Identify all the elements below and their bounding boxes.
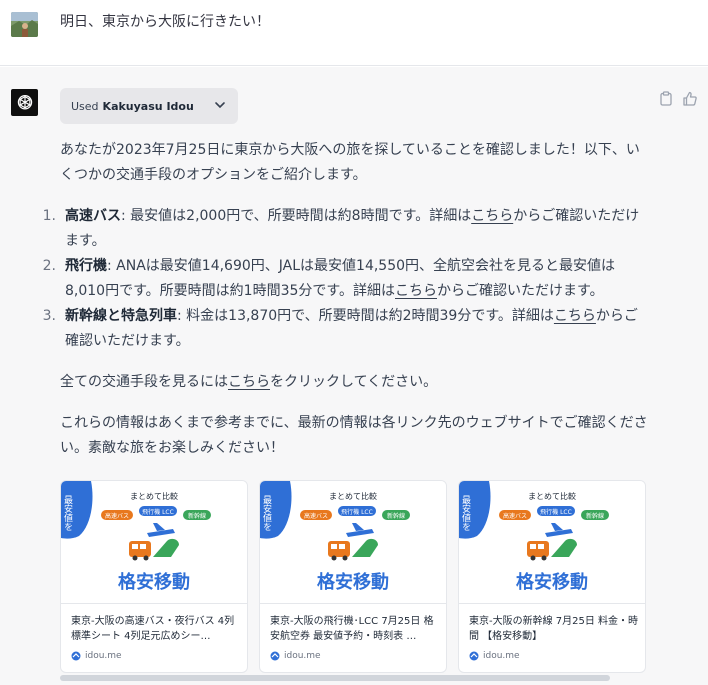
card-thumbnail: 最安値を まとめて比較 高速バス 飛行機 LCC 新幹線 格安移動 <box>61 481 247 604</box>
svg-text:格安移動: 格安移動 <box>317 571 389 593</box>
option-label: 新幹線と特急列車 <box>65 308 177 324</box>
all-options-text: 全ての交通手段を見るには <box>60 374 228 390</box>
chevron-down-icon <box>214 99 226 111</box>
site-favicon-icon <box>469 651 479 661</box>
list-item: 2. 飛行機: ANAは最安値14,690円、JALは最安値14,550円、全航空… <box>43 254 650 304</box>
card-source: idou.me <box>71 651 122 661</box>
option-text-after: からご確認いただけます。 <box>437 283 604 299</box>
svg-text:最安値を: 最安値を <box>261 495 272 531</box>
plugin-name: Kakuyasu Idou <box>102 99 194 113</box>
option-label: 高速バス <box>65 208 121 224</box>
plugin-used-toggle[interactable]: Used Kakuyasu Idou <box>60 88 238 124</box>
details-link[interactable]: こちら <box>471 208 513 224</box>
all-options-link[interactable]: こちら <box>228 374 270 390</box>
link-preview-cards: 最安値を まとめて比較 高速バス 飛行機 LCC 新幹線 格安移動 東京-大阪の… <box>60 480 660 680</box>
user-message-row: 明日、東京から大阪に行きたい！ <box>0 0 708 66</box>
option-text: : 料金は13,870円で、所要時間は約2時間39分です。詳細は <box>177 308 554 324</box>
horizontal-scrollbar[interactable] <box>60 675 610 681</box>
details-link[interactable]: こちら <box>554 308 596 324</box>
option-text: : 最安値は2,000円で、所要時間は約8時間です。詳細は <box>121 208 472 224</box>
svg-text:高速バス: 高速バス <box>304 512 328 520</box>
link-card[interactable]: 最安値を まとめて比較 高速バス 飛行機 LCC 新幹線 格安移動 東京-大阪の… <box>259 480 447 673</box>
copy-icon[interactable] <box>659 91 673 106</box>
svg-text:まとめて比較: まとめて比較 <box>130 491 178 501</box>
all-options-paragraph: 全ての交通手段を見るにはこちらをクリックしてください。 <box>60 370 650 395</box>
assistant-response: あなたが2023年7月25日に東京から大阪への旅を探していることを確認しました！… <box>43 138 650 477</box>
user-avatar <box>11 12 38 37</box>
all-options-text-after: をクリックしてください。 <box>270 374 438 390</box>
svg-text:高速バス: 高速バス <box>105 512 129 520</box>
svg-text:飛行機 LCC: 飛行機 LCC <box>142 508 174 516</box>
card-title: 東京-大阪の高速バス・夜行バス 4列標準シート 4列足元広めシー… <box>71 616 235 642</box>
list-number: 2. <box>42 258 56 274</box>
card-source: idou.me <box>270 651 321 661</box>
svg-text:飛行機 LCC: 飛行機 LCC <box>341 508 373 516</box>
option-label: 飛行機 <box>65 258 107 274</box>
svg-text:高速バス: 高速バス <box>503 512 527 520</box>
svg-text:新幹線: 新幹線 <box>387 512 405 520</box>
list-item: 3. 新幹線と特急列車: 料金は13,870円で、所要時間は約2時間39分です。詳… <box>43 304 650 354</box>
svg-text:格安移動: 格安移動 <box>516 571 588 593</box>
svg-text:まとめて比較: まとめて比較 <box>329 491 377 501</box>
transport-options-list: 1. 高速バス: 最安値は2,000円で、所要時間は約8時間です。詳細はこちらから… <box>43 204 650 354</box>
link-card[interactable]: 最安値を まとめて比較 高速バス 飛行機 LCC 新幹線 格安移動 東京-大阪の… <box>458 480 646 673</box>
intro-paragraph: あなたが2023年7月25日に東京から大阪への旅を探していることを確認しました！… <box>60 142 640 183</box>
details-link[interactable]: こちら <box>395 283 437 299</box>
closing-paragraph: これらの情報はあくまで参考までに、最新の情報は各リンク先のウェブサイトでご確認く… <box>60 415 648 456</box>
svg-text:新幹線: 新幹線 <box>586 512 604 520</box>
assistant-message-row: Used Kakuyasu Idou あなたが2023年7月25日に東京から大阪… <box>0 67 708 685</box>
card-title: 東京-大阪の新幹線 7月25日 料金・時間 【格安移動】 <box>469 616 639 642</box>
openai-logo-icon <box>11 89 38 116</box>
svg-text:最安値を: 最安値を <box>62 495 73 531</box>
user-message-text: 明日、東京から大阪に行きたい！ <box>60 14 270 30</box>
card-thumbnail: 最安値を まとめて比較 高速バス 飛行機 LCC 新幹線 格安移動 <box>459 481 645 604</box>
card-title: 東京-大阪の飛行機･LCC 7月25日 格安航空券 最安値予約・時刻表 … <box>270 616 434 642</box>
svg-text:飛行機 LCC: 飛行機 LCC <box>540 508 572 516</box>
card-domain: idou.me <box>483 651 520 661</box>
list-number: 1. <box>42 208 56 224</box>
card-domain: idou.me <box>85 651 122 661</box>
list-number: 3. <box>42 308 56 324</box>
link-card[interactable]: 最安値を まとめて比較 高速バス 飛行機 LCC 新幹線 格安移動 東京-大阪の… <box>60 480 248 673</box>
card-domain: idou.me <box>284 651 321 661</box>
svg-text:格安移動: 格安移動 <box>118 571 190 593</box>
plugin-used-label: Used <box>71 99 99 113</box>
card-source: idou.me <box>469 651 520 661</box>
site-favicon-icon <box>71 651 81 661</box>
svg-text:新幹線: 新幹線 <box>188 512 206 520</box>
svg-text:まとめて比較: まとめて比較 <box>528 491 576 501</box>
card-thumbnail: 最安値を まとめて比較 高速バス 飛行機 LCC 新幹線 格安移動 <box>260 481 446 604</box>
thumbs-up-icon[interactable] <box>683 91 697 106</box>
site-favicon-icon <box>270 651 280 661</box>
list-item: 1. 高速バス: 最安値は2,000円で、所要時間は約8時間です。詳細はこちらから… <box>43 204 650 254</box>
svg-text:最安値を: 最安値を <box>460 495 471 531</box>
